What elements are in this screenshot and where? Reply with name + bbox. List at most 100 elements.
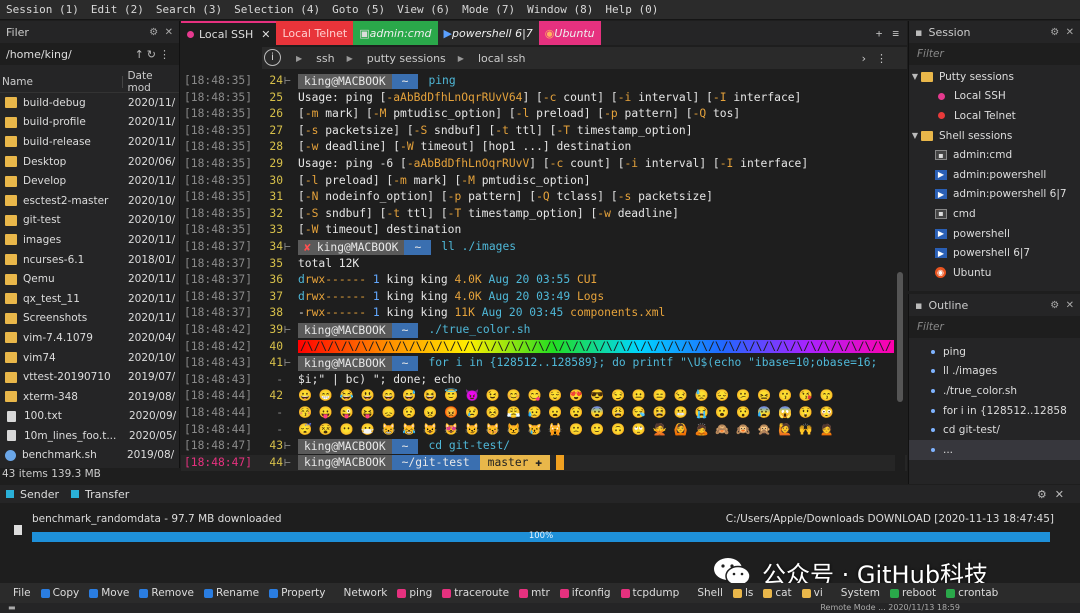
file-row[interactable]: qx_test_11 2020/11/ (0, 289, 179, 309)
toolbar-crontab-button[interactable]: crontab (941, 587, 1003, 599)
file-row[interactable]: esctest2-master 2020/10/ (0, 191, 179, 211)
session-item-shell[interactable]: ▪ cmd (909, 204, 1080, 224)
folder-icon (5, 332, 17, 344)
outline-item[interactable]: for i in {128512..12858 (909, 401, 1080, 421)
file-row[interactable]: Qemu 2020/11/ (0, 269, 179, 289)
col-date-header[interactable]: Date mod (123, 70, 179, 94)
fold-icon[interactable]: ⊢ (284, 455, 291, 472)
tab-0[interactable]: Local SSH ✕ (181, 21, 277, 45)
toolbar-reboot-button[interactable]: reboot (885, 587, 941, 599)
col-name-header[interactable]: Name (0, 75, 124, 88)
menu-item-2[interactable]: Search (3) (150, 3, 228, 16)
menu-item-7[interactable]: Window (8) (521, 3, 599, 16)
tab-menu-icon[interactable]: ≡ (892, 27, 899, 40)
crumb-2[interactable]: local ssh (478, 52, 526, 65)
session-item-shell[interactable]: ▶ powershell 6|7 (909, 243, 1080, 263)
file-row[interactable]: Develop 2020/11/ (0, 171, 179, 191)
file-row[interactable]: vim74 2020/10/ (0, 348, 179, 368)
outline-item[interactable]: ll ./images (909, 362, 1080, 382)
file-row[interactable]: Desktop 2020/06/ (0, 152, 179, 172)
toolbar-mtr-button[interactable]: mtr (514, 587, 555, 599)
close-icon[interactable]: ✕ (261, 28, 270, 41)
tab-transfer[interactable]: Transfer (65, 488, 135, 501)
tab-2[interactable]: ▣ admin:cmd (353, 21, 438, 45)
outline-item[interactable]: ... (909, 439, 1080, 460)
file-row[interactable]: ncurses-6.1 2018/01/ (0, 250, 179, 270)
toolbar-ping-button[interactable]: ping (392, 587, 437, 599)
terminal-scrollbar[interactable] (895, 72, 905, 484)
toolbar-traceroute-button[interactable]: traceroute (437, 587, 514, 599)
add-tab-icon[interactable]: + (876, 27, 883, 40)
terminal-view[interactable]: [18:48:35] 24 ⊢ king@MACBOOK ~ ping [18:48:35]… (181, 72, 907, 484)
file-row[interactable]: git-test 2020/10/ (0, 211, 179, 231)
session-filter-input[interactable]: Filter (909, 43, 1080, 65)
timestamp: [18:48:47] (184, 439, 253, 453)
session-item-shell[interactable]: ▶ powershell (909, 224, 1080, 244)
terminal-line: [18:48:42] 40 /\/\/\/\/\/\/\/\/\/\/\/\/\/\… (181, 339, 907, 356)
session-item-shell[interactable]: ▶ admin:powershell 6|7 (909, 185, 1080, 205)
outline-item[interactable]: cd git-test/ (909, 420, 1080, 440)
outline-item[interactable]: ping (909, 342, 1080, 362)
crumb-nav-icons[interactable]: ›⋮ (862, 52, 907, 65)
file-row[interactable]: vttest-20190710 2019/07/ (0, 367, 179, 387)
file-row[interactable]: images 2020/11/ (0, 230, 179, 250)
fold-icon[interactable]: ⊢ (284, 355, 291, 372)
file-row[interactable]: xterm-348 2019/08/ (0, 387, 179, 407)
tab-sender[interactable]: Sender (0, 488, 65, 501)
scrollbar-thumb[interactable] (897, 272, 903, 402)
filer-nav-icons[interactable]: ↑↻⋮ (135, 48, 173, 61)
info-icon[interactable]: i (264, 49, 281, 66)
menu-item-3[interactable]: Selection (4) (228, 3, 326, 16)
file-row[interactable]: build-debug 2020/11/ (0, 93, 179, 113)
session-group-shell[interactable]: ▼ Shell sessions (909, 126, 1080, 146)
toolbar-rename-button[interactable]: Rename (199, 587, 264, 599)
crumb-0[interactable]: ssh (316, 52, 334, 65)
session-item-shell[interactable]: ▪ admin:cmd (909, 145, 1080, 165)
menu-item-1[interactable]: Edit (2) (85, 3, 150, 16)
panel-settings-icon[interactable]: ⚙ ✕ (1050, 27, 1074, 38)
tab-3[interactable]: ▶ powershell 6|7 (437, 21, 539, 45)
session-item-shell[interactable]: ◉ Ubuntu (909, 263, 1080, 283)
fold-icon[interactable]: ⊢ (284, 438, 291, 455)
toolbar-property-button[interactable]: Property (264, 587, 330, 599)
toolbar-ls-button[interactable]: ls (728, 587, 758, 599)
crumb-1[interactable]: putty sessions (367, 52, 446, 65)
tab-1[interactable]: Local Telnet (276, 21, 354, 45)
toolbar-tcpdump-button[interactable]: tcpdump (616, 587, 685, 599)
menu-item-6[interactable]: Mode (7) (456, 3, 521, 16)
fold-icon[interactable]: ⊢ (284, 73, 291, 90)
file-row[interactable]: 10m_lines_foo.t... 2020/05/ (0, 426, 179, 446)
menu-item-8[interactable]: Help (0) (599, 3, 664, 16)
tab-4[interactable]: ◉ Ubuntu (538, 21, 601, 45)
session-item-shell[interactable]: ▶ admin:powershell (909, 165, 1080, 185)
session-item-putty[interactable]: Local SSH (909, 87, 1080, 107)
filer-path[interactable]: /home/king/ (6, 48, 72, 61)
outline-item[interactable]: ./true_color.sh (909, 381, 1080, 401)
menu-item-4[interactable]: Goto (5) (326, 3, 391, 16)
toolbar-ifconfig-button[interactable]: ifconfig (555, 587, 616, 599)
panel-settings-icon[interactable]: ⚙ ✕ (149, 27, 173, 38)
outline-filter-input[interactable]: Filter (909, 316, 1080, 338)
filer-panel: Filer ⚙ ✕ /home/king/ ↑↻⋮ Name Date mod … (0, 21, 180, 484)
panel-settings-icon[interactable]: ⚙ ✕ (1050, 300, 1074, 311)
bottom-panel-controls[interactable]: ⚙✕ (1037, 488, 1080, 501)
session-item-putty[interactable]: Local Telnet (909, 106, 1080, 126)
file-row[interactable]: vim-7.4.1079 2020/04/ (0, 328, 179, 348)
menu-item-0[interactable]: Session (1) (0, 3, 85, 16)
toolbar-cat-button[interactable]: cat (758, 587, 796, 599)
fold-icon[interactable]: ⊢ (284, 239, 291, 256)
file-row[interactable]: 100.txt 2020/09/ (0, 407, 179, 427)
toolbar-remove-button[interactable]: Remove (134, 587, 199, 599)
toolbar-copy-button[interactable]: Copy (36, 587, 85, 599)
session-group-putty[interactable]: ▼ Putty sessions (909, 67, 1080, 87)
file-row[interactable]: Screenshots 2020/11/ (0, 309, 179, 329)
menu-item-5[interactable]: View (6) (391, 3, 456, 16)
file-row[interactable]: benchmark.sh 2019/08/ (0, 446, 179, 466)
file-row[interactable]: build-profile 2020/11/ (0, 113, 179, 133)
fold-icon[interactable]: ⊢ (284, 322, 291, 339)
toolbar-move-button[interactable]: Move (84, 587, 134, 599)
file-row[interactable]: build-release 2020/11/ (0, 132, 179, 152)
expand-icon[interactable]: ▼ (909, 72, 921, 81)
toolbar-vi-button[interactable]: vi (797, 587, 828, 599)
expand-icon[interactable]: ▼ (909, 131, 921, 140)
